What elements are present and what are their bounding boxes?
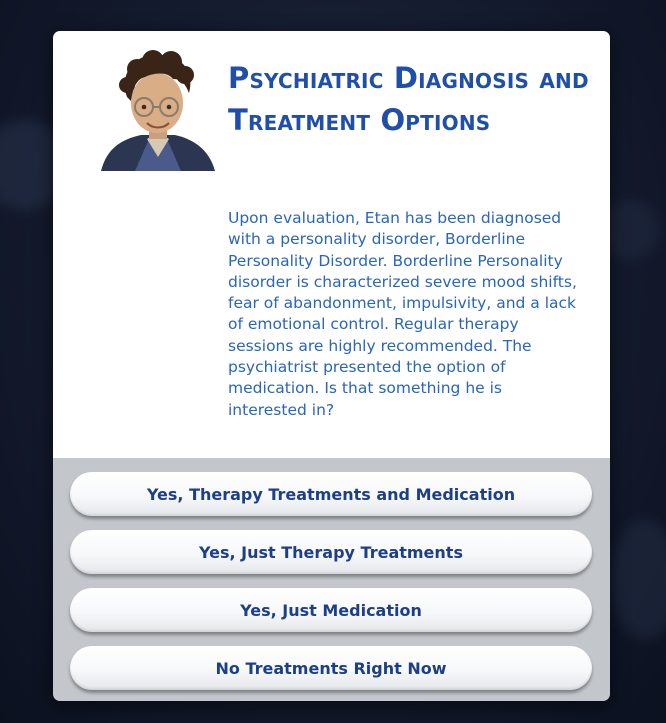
option-just-medication-button[interactable]: Yes, Just Medication [70,588,592,632]
dialog-title: Psychiatric Diagnosis and Treatment Opti… [228,61,589,137]
treatment-dialog: Psychiatric Diagnosis and Treatment Opti… [53,31,610,701]
dialog-body-text: Upon evaluation, Etan has been diagnosed… [228,209,577,419]
options-panel: Yes, Therapy Treatments and Medication Y… [53,458,610,701]
sim-portrait-icon [101,50,215,171]
option-label: Yes, Just Medication [240,600,422,620]
option-no-treatments-button[interactable]: No Treatments Right Now [70,646,592,690]
background-decoration [610,520,666,640]
option-label: Yes, Therapy Treatments and Medication [146,484,516,504]
option-therapy-and-medication-button[interactable]: Yes, Therapy Treatments and Medication [70,472,592,516]
option-just-therapy-button[interactable]: Yes, Just Therapy Treatments [70,530,592,574]
option-label: Yes, Just Therapy Treatments [199,542,463,562]
dialog-content-panel: Psychiatric Diagnosis and Treatment Opti… [53,31,610,458]
option-label: No Treatments Right Now [215,658,447,678]
